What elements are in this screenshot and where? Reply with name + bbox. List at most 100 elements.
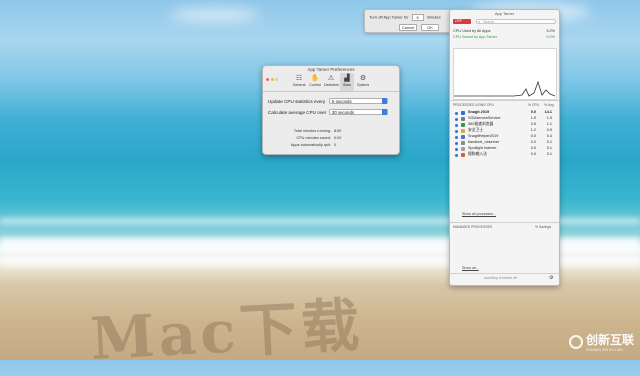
stat-label: Apps automatically quit: (290, 143, 331, 147)
stat-label: CPU minutes saved: (296, 136, 331, 140)
tab-label: Stats (342, 83, 352, 87)
show-all-processes-link[interactable]: Show all processes... (462, 212, 496, 216)
process-avg: 1.9 (546, 116, 552, 120)
footer-status: AutoStop is turned off (484, 276, 517, 280)
cpu-all-label: CPU Used by All Apps (453, 29, 491, 33)
tab-options[interactable]: ⚙ Options (356, 73, 370, 91)
show-all-link[interactable]: Show all... (462, 266, 479, 270)
warning-icon: ⚠ (327, 75, 335, 82)
cpu-saved-value: 0.0% (546, 35, 555, 39)
chart-icon: ▟ (344, 75, 350, 82)
search-icon: ⌕ (478, 19, 481, 24)
process-name: Snagit 2019 (468, 110, 490, 114)
divider (450, 222, 559, 223)
process-name: SGDaemonService (468, 116, 501, 120)
average-window-select[interactable]: 30 seconds (329, 109, 388, 115)
stat-label: Total minutes running: (293, 129, 331, 133)
status-dot (455, 117, 458, 121)
app-icon (461, 141, 465, 145)
process-cpu: 0.0 (530, 140, 536, 144)
status-dot (455, 141, 458, 145)
process-name: SnagitHelper2019 (468, 134, 499, 138)
col-savings-header: % Savings (535, 225, 552, 229)
panel-title: App Tamer (494, 11, 515, 16)
tab-stats[interactable]: ▟ Stats (340, 73, 354, 91)
update-interval-select[interactable]: 5 seconds (329, 98, 388, 104)
process-name: Spotlight Indexer (468, 146, 497, 150)
snooze-popup: Turn off App Tamer for 5 minutes Cancel … (364, 9, 452, 33)
app-icon (461, 123, 465, 127)
process-avg: 0.1 (546, 146, 552, 150)
divider (450, 273, 559, 274)
cpu-graph (453, 48, 557, 100)
process-avg: 0.4 (546, 134, 552, 138)
process-name: 搜狗输入法 (468, 152, 487, 156)
update-interval-value: 5 seconds (332, 99, 352, 104)
app-icon (461, 117, 465, 121)
managed-header: MANAGED PROCESSES (453, 225, 493, 229)
status-dot (455, 123, 458, 127)
status-dot (455, 129, 458, 133)
search-placeholder: Search (483, 20, 495, 24)
prefs-toolbar: ☷ General ✋ Control ⚠ Detection ▟ Stats ⚙ Opt… (263, 73, 399, 92)
chevron-down-icon (382, 109, 387, 115)
close-window-button[interactable] (266, 78, 269, 81)
snooze-row: Turn off App Tamer for 5 minutes (369, 14, 441, 21)
processes-header: PROCESSES USING CPU (453, 103, 494, 107)
divider (450, 100, 559, 101)
snooze-suffix: minutes (426, 14, 441, 20)
watermark-sub: CHUANG XIN HU LIAN (585, 348, 623, 352)
process-cpu: 0.0 (530, 152, 536, 156)
stat-value: 0 (334, 143, 337, 147)
app-icon (461, 111, 465, 115)
cpu-saved-label: CPU Saved by App Tamer (453, 35, 498, 39)
process-row[interactable]: 搜狗输入法 0.0 0.1 (455, 152, 555, 158)
app-icon (461, 153, 465, 157)
process-cpu: 0.0 (530, 110, 536, 114)
minimize-window-button[interactable] (270, 78, 274, 81)
preferences-window: App Tamer Preferences ☷ General ✋ Control … (262, 65, 400, 155)
tab-control[interactable]: ✋ Control (308, 73, 322, 91)
window-title: App Tamer Preferences (307, 67, 355, 72)
col-avg-header: % Avg (544, 103, 554, 107)
cpu-graph-line (454, 80, 556, 97)
process-name: 360极速浏览器 (468, 122, 494, 126)
zoom-window-button[interactable] (275, 78, 278, 81)
stat-value: 0:00 (334, 136, 342, 140)
gear-icon: ⚙ (359, 75, 367, 82)
tab-label: General (292, 83, 306, 87)
process-avg: 0.9 (546, 128, 552, 132)
average-window-value: 30 seconds (332, 110, 354, 115)
update-interval-label: Update CPU statistics every (268, 99, 326, 104)
process-cpu: 0.5 (530, 122, 536, 126)
ok-button[interactable]: OK (421, 24, 439, 31)
watermark: 创新互联 CHUANG XIN HU LIAN (568, 331, 634, 352)
snooze-minutes-field[interactable]: 5 (411, 14, 424, 21)
watermark-brand: 创新互联 (585, 333, 634, 347)
search-input[interactable]: ⌕ Search (476, 19, 556, 24)
status-dot (455, 147, 458, 151)
tab-detection[interactable]: ⚠ Detection (324, 73, 340, 91)
app-icon (461, 129, 465, 133)
snooze-prefix: Turn off App Tamer for (369, 14, 409, 20)
process-avg: 14.1 (544, 110, 552, 114)
process-cpu: 1.2 (530, 128, 536, 132)
sliders-icon: ☷ (295, 75, 303, 82)
power-toggle[interactable]: OFF (453, 19, 471, 24)
stat-value: 8:59 (334, 129, 342, 133)
gear-icon[interactable]: ⚙ (549, 275, 553, 281)
status-dot (455, 153, 458, 157)
tab-label: Options (356, 83, 370, 87)
status-dot (455, 111, 458, 115)
tab-label: Detection (324, 83, 340, 87)
tab-label: Control (309, 83, 321, 87)
app-tamer-panel: App Tamer OFF ⌕ Search CPU Used by All A… (449, 9, 560, 286)
col-cpu-header: % CPU (528, 103, 540, 107)
process-cpu: 0.0 (530, 146, 536, 150)
brand-logo-icon (568, 334, 583, 349)
process-cpu: 0.0 (530, 134, 536, 138)
cancel-button[interactable]: Cancel (399, 24, 417, 31)
process-avg: 0.1 (546, 140, 552, 144)
tab-general[interactable]: ☷ General (292, 73, 306, 91)
process-cpu: 1.9 (530, 116, 536, 120)
